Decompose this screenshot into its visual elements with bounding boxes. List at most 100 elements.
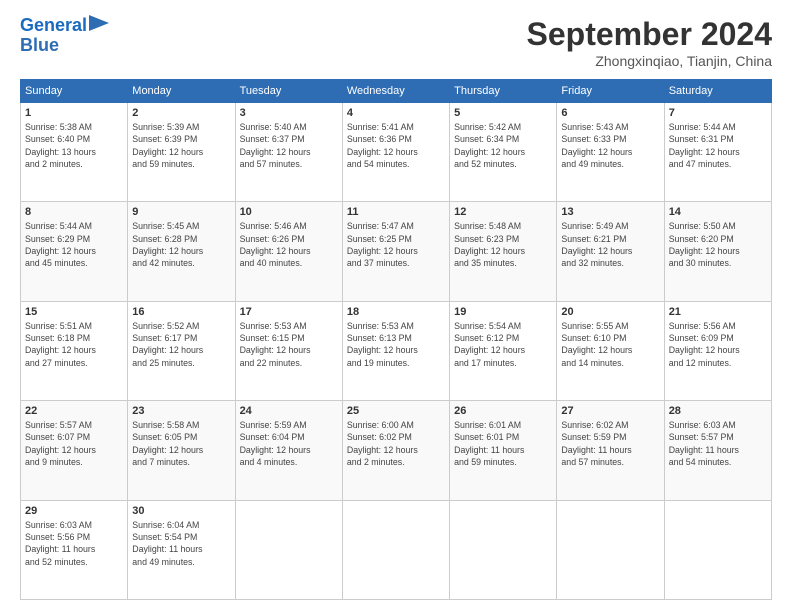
day-number: 24 xyxy=(240,405,338,417)
day-info: Sunrise: 6:03 AM Sunset: 5:57 PM Dayligh… xyxy=(669,419,767,468)
weekday-header-monday: Monday xyxy=(128,80,235,103)
day-info: Sunrise: 6:04 AM Sunset: 5:54 PM Dayligh… xyxy=(132,519,230,568)
day-number: 23 xyxy=(132,405,230,417)
calendar-cell: 26 Sunrise: 6:01 AM Sunset: 6:01 PM Dayli… xyxy=(450,401,557,500)
day-number: 13 xyxy=(561,206,659,218)
day-info: Sunrise: 5:59 AM Sunset: 6:04 PM Dayligh… xyxy=(240,419,338,468)
day-info: Sunrise: 5:40 AM Sunset: 6:37 PM Dayligh… xyxy=(240,121,338,170)
calendar-cell: 13 Sunrise: 5:49 AM Sunset: 6:21 PM Dayli… xyxy=(557,202,664,301)
calendar-cell: 15 Sunrise: 5:51 AM Sunset: 6:18 PM Dayli… xyxy=(21,301,128,400)
weekday-header-saturday: Saturday xyxy=(664,80,771,103)
day-info: Sunrise: 5:52 AM Sunset: 6:17 PM Dayligh… xyxy=(132,320,230,369)
calendar-cell: 8 Sunrise: 5:44 AM Sunset: 6:29 PM Daylig… xyxy=(21,202,128,301)
calendar-cell: 3 Sunrise: 5:40 AM Sunset: 6:37 PM Daylig… xyxy=(235,103,342,202)
calendar-week-row: 22 Sunrise: 5:57 AM Sunset: 6:07 PM Dayli… xyxy=(21,401,772,500)
calendar-cell: 9Sunrise: 5:45 AM Sunset: 6:28 PM Daylig… xyxy=(128,202,235,301)
day-info: Sunrise: 5:53 AM Sunset: 6:15 PM Dayligh… xyxy=(240,320,338,369)
day-info: Sunrise: 5:50 AM Sunset: 6:20 PM Dayligh… xyxy=(669,220,767,269)
calendar-table: SundayMondayTuesdayWednesdayThursdayFrid… xyxy=(20,79,772,600)
calendar-cell: 16 Sunrise: 5:52 AM Sunset: 6:17 PM Dayli… xyxy=(128,301,235,400)
day-number: 18 xyxy=(347,306,445,318)
weekday-header-wednesday: Wednesday xyxy=(342,80,449,103)
day-info: Sunrise: 5:56 AM Sunset: 6:09 PM Dayligh… xyxy=(669,320,767,369)
calendar-cell: 14 Sunrise: 5:50 AM Sunset: 6:20 PM Dayli… xyxy=(664,202,771,301)
day-info: Sunrise: 5:45 AM Sunset: 6:28 PM Dayligh… xyxy=(132,220,230,269)
day-number: 6 xyxy=(561,107,659,119)
day-info: Sunrise: 6:01 AM Sunset: 6:01 PM Dayligh… xyxy=(454,419,552,468)
calendar-cell: 5 Sunrise: 5:42 AM Sunset: 6:34 PM Daylig… xyxy=(450,103,557,202)
day-info: Sunrise: 5:55 AM Sunset: 6:10 PM Dayligh… xyxy=(561,320,659,369)
day-info: Sunrise: 5:41 AM Sunset: 6:36 PM Dayligh… xyxy=(347,121,445,170)
day-info: Sunrise: 6:00 AM Sunset: 6:02 PM Dayligh… xyxy=(347,419,445,468)
day-number: 21 xyxy=(669,306,767,318)
day-number: 16 xyxy=(132,306,230,318)
day-info: Sunrise: 5:44 AM Sunset: 6:29 PM Dayligh… xyxy=(25,220,123,269)
day-info: Sunrise: 5:42 AM Sunset: 6:34 PM Dayligh… xyxy=(454,121,552,170)
day-number: 30 xyxy=(132,505,230,517)
calendar-cell: 4 Sunrise: 5:41 AM Sunset: 6:36 PM Daylig… xyxy=(342,103,449,202)
calendar-cell: 21 Sunrise: 5:56 AM Sunset: 6:09 PM Dayli… xyxy=(664,301,771,400)
weekday-header-sunday: Sunday xyxy=(21,80,128,103)
day-info: Sunrise: 5:49 AM Sunset: 6:21 PM Dayligh… xyxy=(561,220,659,269)
calendar-cell: 2 Sunrise: 5:39 AM Sunset: 6:39 PM Daylig… xyxy=(128,103,235,202)
calendar-cell xyxy=(450,500,557,599)
calendar-week-row: 1 Sunrise: 5:38 AM Sunset: 6:40 PM Daylig… xyxy=(21,103,772,202)
day-info: Sunrise: 5:54 AM Sunset: 6:12 PM Dayligh… xyxy=(454,320,552,369)
logo-text: General xyxy=(20,16,87,36)
day-info: Sunrise: 5:58 AM Sunset: 6:05 PM Dayligh… xyxy=(132,419,230,468)
day-number: 5 xyxy=(454,107,552,119)
logo-icon xyxy=(89,15,109,35)
day-info: Sunrise: 5:38 AM Sunset: 6:40 PM Dayligh… xyxy=(25,121,123,170)
day-number: 25 xyxy=(347,405,445,417)
day-number: 19 xyxy=(454,306,552,318)
weekday-header-row: SundayMondayTuesdayWednesdayThursdayFrid… xyxy=(21,80,772,103)
calendar-cell xyxy=(557,500,664,599)
logo: General Blue xyxy=(20,16,109,56)
calendar-cell: 7 Sunrise: 5:44 AM Sunset: 6:31 PM Daylig… xyxy=(664,103,771,202)
day-info: Sunrise: 5:57 AM Sunset: 6:07 PM Dayligh… xyxy=(25,419,123,468)
day-number: 22 xyxy=(25,405,123,417)
day-number: 8 xyxy=(25,206,123,218)
weekday-header-thursday: Thursday xyxy=(450,80,557,103)
day-info: Sunrise: 6:02 AM Sunset: 5:59 PM Dayligh… xyxy=(561,419,659,468)
day-number: 11 xyxy=(347,206,445,218)
calendar-cell: 23 Sunrise: 5:58 AM Sunset: 6:05 PM Dayli… xyxy=(128,401,235,500)
calendar-cell: 17Sunrise: 5:53 AM Sunset: 6:15 PM Dayli… xyxy=(235,301,342,400)
calendar-cell: 25 Sunrise: 6:00 AM Sunset: 6:02 PM Dayli… xyxy=(342,401,449,500)
location: Zhongxinqiao, Tianjin, China xyxy=(527,53,772,69)
day-number: 7 xyxy=(669,107,767,119)
calendar-week-row: 29Sunrise: 6:03 AM Sunset: 5:56 PM Dayli… xyxy=(21,500,772,599)
day-number: 27 xyxy=(561,405,659,417)
day-number: 26 xyxy=(454,405,552,417)
calendar-cell: 20Sunrise: 5:55 AM Sunset: 6:10 PM Dayli… xyxy=(557,301,664,400)
day-number: 2 xyxy=(132,107,230,119)
calendar-cell xyxy=(235,500,342,599)
day-number: 14 xyxy=(669,206,767,218)
day-info: Sunrise: 5:47 AM Sunset: 6:25 PM Dayligh… xyxy=(347,220,445,269)
day-number: 4 xyxy=(347,107,445,119)
day-number: 12 xyxy=(454,206,552,218)
calendar-cell xyxy=(342,500,449,599)
calendar-cell: 1 Sunrise: 5:38 AM Sunset: 6:40 PM Daylig… xyxy=(21,103,128,202)
title-block: September 2024 Zhongxinqiao, Tianjin, Ch… xyxy=(527,16,772,69)
day-info: Sunrise: 5:51 AM Sunset: 6:18 PM Dayligh… xyxy=(25,320,123,369)
calendar-cell: 10Sunrise: 5:46 AM Sunset: 6:26 PM Dayli… xyxy=(235,202,342,301)
day-number: 3 xyxy=(240,107,338,119)
calendar-cell: 19 Sunrise: 5:54 AM Sunset: 6:12 PM Dayli… xyxy=(450,301,557,400)
day-info: Sunrise: 5:46 AM Sunset: 6:26 PM Dayligh… xyxy=(240,220,338,269)
day-info: Sunrise: 6:03 AM Sunset: 5:56 PM Dayligh… xyxy=(25,519,123,568)
day-info: Sunrise: 5:44 AM Sunset: 6:31 PM Dayligh… xyxy=(669,121,767,170)
page: General Blue September 2024 Zhongxinqiao… xyxy=(0,0,792,612)
calendar-cell xyxy=(664,500,771,599)
day-number: 15 xyxy=(25,306,123,318)
calendar-cell: 24 Sunrise: 5:59 AM Sunset: 6:04 PM Dayli… xyxy=(235,401,342,500)
day-info: Sunrise: 5:39 AM Sunset: 6:39 PM Dayligh… xyxy=(132,121,230,170)
logo-blue-text: Blue xyxy=(20,36,59,56)
calendar-cell: 30 Sunrise: 6:04 AM Sunset: 5:54 PM Dayli… xyxy=(128,500,235,599)
weekday-header-tuesday: Tuesday xyxy=(235,80,342,103)
day-info: Sunrise: 5:48 AM Sunset: 6:23 PM Dayligh… xyxy=(454,220,552,269)
day-number: 28 xyxy=(669,405,767,417)
header: General Blue September 2024 Zhongxinqiao… xyxy=(20,16,772,69)
day-number: 1 xyxy=(25,107,123,119)
calendar-cell: 6Sunrise: 5:43 AM Sunset: 6:33 PM Daylig… xyxy=(557,103,664,202)
